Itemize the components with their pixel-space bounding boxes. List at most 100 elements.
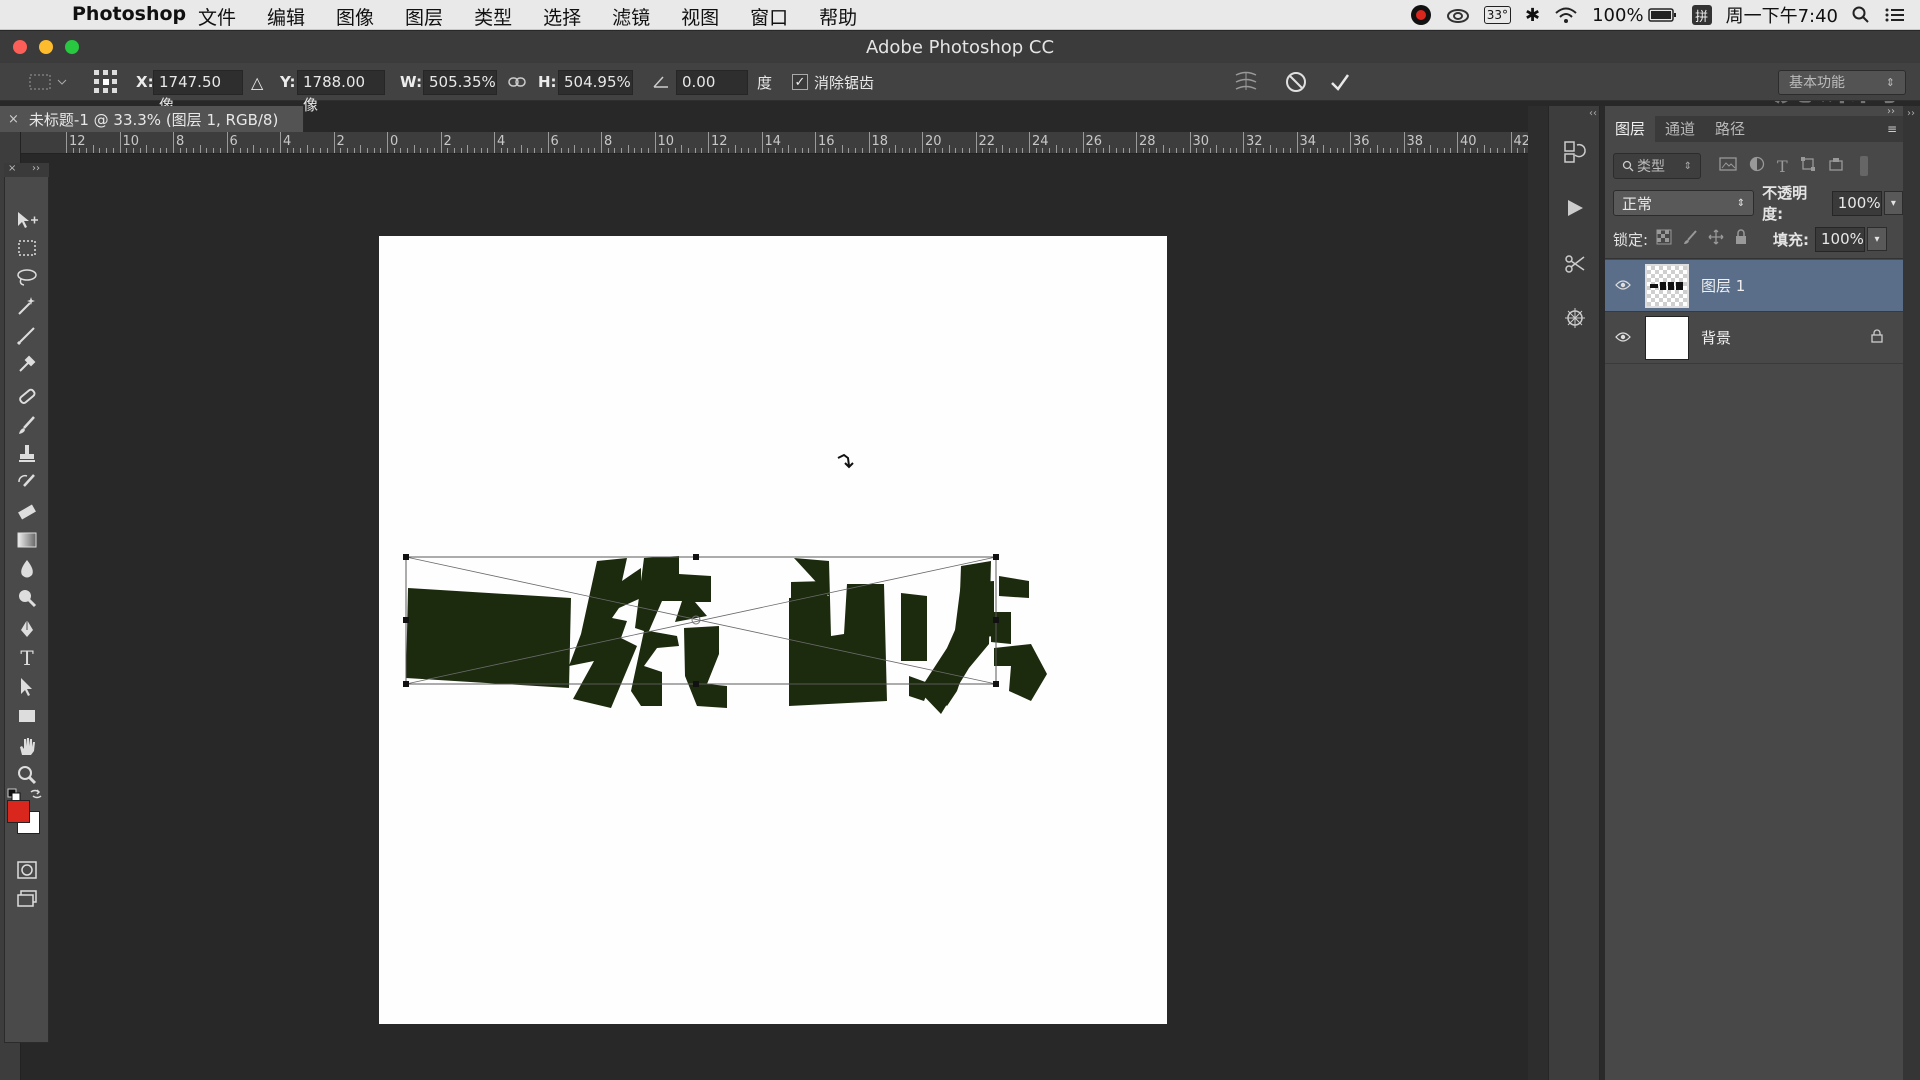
rotation-input[interactable]: 0.00 xyxy=(676,69,748,95)
commit-transform-icon[interactable] xyxy=(1328,63,1352,101)
type-tool-icon[interactable]: T xyxy=(11,644,43,672)
eraser-tool-icon[interactable] xyxy=(11,497,43,525)
collapse-dock-icon[interactable]: ‹‹ xyxy=(1589,108,1597,119)
menu-image[interactable]: 图像 xyxy=(336,3,374,30)
collapse-panel-icon[interactable]: ›› xyxy=(32,163,40,174)
opacity-dropdown-icon[interactable]: ▾ xyxy=(1883,191,1904,215)
lasso-tool-icon[interactable] xyxy=(11,263,43,291)
adjustment-filter-icon[interactable] xyxy=(1749,156,1765,176)
horizontal-ruler[interactable]: 12 10 8 6 4 2 0 2 4 6 8 10 12 14 16 18 20 22 24 26 28 30 32 34 3… xyxy=(21,132,1528,154)
document-tab[interactable]: × 未标题-1 @ 33.3% (图层 1, RGB/8) xyxy=(0,106,304,132)
layer-name[interactable]: 图层 1 xyxy=(1701,275,1903,296)
filter-toggle-switch[interactable] xyxy=(1859,156,1868,176)
path-selection-tool-icon[interactable] xyxy=(11,673,43,701)
lock-image-icon[interactable] xyxy=(1682,229,1698,249)
tab-paths[interactable]: 路径 xyxy=(1705,116,1755,142)
move-tool-icon[interactable] xyxy=(11,206,43,234)
menu-edit[interactable]: 编辑 xyxy=(267,3,305,30)
menu-view[interactable]: 视图 xyxy=(681,3,719,30)
y-position-input[interactable]: 1788.00 像 xyxy=(297,69,385,114)
relative-position-icon[interactable]: △ xyxy=(251,63,263,101)
history-brush-tool-icon[interactable] xyxy=(11,469,43,497)
antialias-checkbox[interactable]: ✓ 消除锯齿 xyxy=(792,63,874,101)
actions-play-icon[interactable] xyxy=(1556,188,1594,228)
lock-all-icon[interactable] xyxy=(1734,229,1748,249)
tab-channels[interactable]: 通道 xyxy=(1655,116,1705,142)
pen-tool-icon[interactable] xyxy=(11,615,43,643)
creative-cloud-icon[interactable] xyxy=(1446,6,1470,24)
dodge-tool-icon[interactable] xyxy=(11,584,43,612)
hand-tool-icon[interactable] xyxy=(11,732,43,760)
tool-preset-picker[interactable] xyxy=(28,63,68,101)
panel-menu-icon[interactable]: ≡ xyxy=(1887,122,1897,136)
close-tab-icon[interactable]: × xyxy=(8,112,19,127)
foreground-color-swatch[interactable] xyxy=(7,800,30,823)
temperature-badge[interactable]: 33° xyxy=(1483,6,1512,24)
quick-mask-icon[interactable] xyxy=(11,856,43,884)
menu-layer[interactable]: 图层 xyxy=(405,3,443,30)
width-input[interactable]: 505.35% xyxy=(423,69,497,95)
clock[interactable]: 周一下午7:40 xyxy=(1726,2,1838,28)
rectangle-tool-icon[interactable] xyxy=(11,702,43,730)
shape-filter-icon[interactable] xyxy=(1800,156,1816,176)
filter-kind-select[interactable]: 类型 ⇕ xyxy=(1613,153,1701,179)
link-icon[interactable] xyxy=(508,63,526,101)
screen-mode-icon[interactable] xyxy=(11,885,43,913)
magic-wand-tool-icon[interactable] xyxy=(11,292,43,320)
history-panel-icon[interactable] xyxy=(1556,132,1594,172)
pixel-filter-icon[interactable] xyxy=(1719,156,1737,176)
blend-mode-select[interactable]: 正常 ⇕ xyxy=(1613,190,1755,216)
menu-help[interactable]: 帮助 xyxy=(819,3,857,30)
gradient-tool-icon[interactable] xyxy=(11,526,43,554)
reference-point-icon[interactable] xyxy=(93,63,119,101)
layer-row-background[interactable]: 背景 xyxy=(1605,312,1903,364)
app-menu[interactable]: Photoshop xyxy=(72,3,186,25)
adjustments-panel-icon[interactable] xyxy=(1556,298,1594,338)
cancel-transform-icon[interactable] xyxy=(1284,63,1308,101)
brush-tool-icon[interactable] xyxy=(11,411,43,439)
blur-tool-icon[interactable] xyxy=(11,555,43,583)
menu-file[interactable]: 文件 xyxy=(198,3,236,30)
crop-tool-icon[interactable] xyxy=(11,321,43,349)
type-filter-icon[interactable]: T xyxy=(1777,157,1788,176)
tools-panel-header[interactable]: × ›› xyxy=(4,163,49,177)
eyedropper-tool-icon[interactable] xyxy=(11,350,43,378)
x-position-input[interactable]: 1747.50 像 xyxy=(153,69,243,114)
fill-dropdown-icon[interactable]: ▾ xyxy=(1867,227,1887,251)
menu-filter[interactable]: 滤镜 xyxy=(612,3,650,30)
warp-mode-icon[interactable] xyxy=(1233,63,1259,101)
menu-type[interactable]: 类型 xyxy=(474,3,512,30)
input-method-icon[interactable]: 拼 xyxy=(1691,5,1712,25)
layer-thumbnail[interactable] xyxy=(1645,263,1689,308)
layer-thumbnail[interactable] xyxy=(1645,315,1689,360)
menu-window[interactable]: 窗口 xyxy=(750,3,788,30)
document-canvas[interactable] xyxy=(379,236,1167,1024)
fill-input[interactable]: 100% xyxy=(1815,226,1865,252)
menu-select[interactable]: 选择 xyxy=(543,3,581,30)
creative-cloud-status-icon[interactable] xyxy=(1410,4,1432,26)
layer-name[interactable]: 背景 xyxy=(1701,327,1871,348)
opacity-input[interactable]: 100% xyxy=(1831,190,1882,216)
visibility-eye-icon[interactable] xyxy=(1605,329,1641,347)
tool-presets-icon[interactable] xyxy=(1556,244,1594,284)
tab-layers[interactable]: 图层 xyxy=(1605,116,1656,142)
smart-object-filter-icon[interactable] xyxy=(1828,156,1844,176)
marquee-tool-icon[interactable] xyxy=(11,234,43,262)
lock-transparency-icon[interactable] xyxy=(1656,229,1672,249)
workspace-select[interactable]: 基本功能 ⇕ xyxy=(1778,69,1906,95)
clone-stamp-tool-icon[interactable] xyxy=(11,440,43,468)
close-panel-icon[interactable]: × xyxy=(8,163,16,174)
layer-row-layer1[interactable]: 图层 1 xyxy=(1605,260,1903,312)
notification-center-icon[interactable] xyxy=(1884,6,1906,24)
swap-colors-icon[interactable] xyxy=(29,786,43,805)
zoom-tool-icon[interactable] xyxy=(11,761,43,789)
wifi-icon[interactable] xyxy=(1554,6,1578,24)
bluetooth-icon[interactable]: ✱ xyxy=(1525,5,1540,26)
lettering-artwork[interactable] xyxy=(406,556,1047,714)
healing-brush-tool-icon[interactable] xyxy=(11,382,43,410)
spotlight-search-icon[interactable] xyxy=(1852,6,1870,24)
lock-position-icon[interactable] xyxy=(1708,229,1724,249)
visibility-eye-icon[interactable] xyxy=(1605,277,1641,295)
battery-icon[interactable] xyxy=(1647,7,1678,23)
height-input[interactable]: 504.95% xyxy=(558,69,633,95)
